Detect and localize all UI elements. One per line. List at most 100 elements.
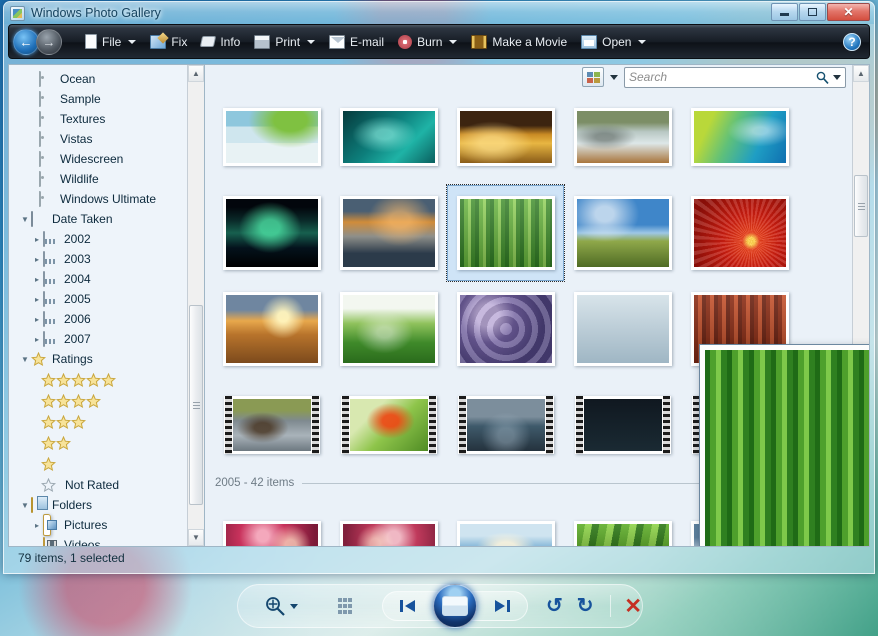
forward-button[interactable]: → — [36, 28, 62, 55]
thumbnail-cell[interactable] — [681, 89, 798, 185]
sidebar-item-year-2003[interactable]: ▸ 2003 — [9, 249, 187, 269]
thumbnail-cell[interactable] — [447, 491, 564, 546]
expander-icon[interactable]: ▸ — [31, 235, 43, 244]
expander-icon[interactable]: ▸ — [31, 335, 43, 344]
sunset-reeds[interactable] — [222, 292, 321, 366]
mountain-lake[interactable] — [339, 196, 438, 270]
thumbnail-cell[interactable] — [330, 281, 447, 377]
expander-icon[interactable]: ▼ — [19, 215, 31, 224]
sidebar-scrollbar[interactable]: ▲ ▼ — [187, 65, 204, 546]
sidebar-item-rating-5-stars[interactable] — [9, 369, 187, 390]
chevron-down-icon[interactable] — [610, 74, 618, 80]
thumbnail-cell[interactable] — [330, 377, 447, 473]
sidebar-item-year-2002[interactable]: ▸ 2002 — [9, 229, 187, 249]
hidden-video-4[interactable] — [574, 396, 671, 454]
sidebar-item-tag-widescreen[interactable]: Widescreen — [9, 149, 187, 169]
expander-icon[interactable]: ▸ — [31, 315, 43, 324]
thumbnail-cell[interactable] — [330, 185, 447, 281]
purple-stones[interactable] — [456, 292, 555, 366]
sidebar-item-date-taken[interactable]: ▼ Date Taken — [9, 209, 187, 229]
search-chevron-down-icon[interactable] — [833, 74, 841, 80]
toolbar-file[interactable]: File — [78, 28, 143, 55]
bear-in-river-video[interactable] — [223, 396, 320, 454]
dewy-grass[interactable] — [339, 292, 438, 366]
search-input[interactable]: Search — [629, 70, 812, 84]
sidebar-item-tag-sample[interactable]: Sample — [9, 89, 187, 109]
thumbnail-cell[interactable] — [564, 89, 681, 185]
expander-icon[interactable]: ▸ — [31, 295, 43, 304]
lake-video[interactable] — [457, 396, 554, 454]
view-options-button[interactable] — [582, 67, 604, 87]
field-and-sky[interactable] — [573, 196, 672, 270]
sidebar-item-rating-3-stars[interactable] — [9, 411, 187, 432]
gallery-scrollbar-thumb[interactable] — [854, 175, 868, 237]
sidebar-item-tag-wildlife[interactable]: Wildlife — [9, 169, 187, 189]
thumbnail-cell[interactable] — [447, 281, 564, 377]
sidebar-item-ratings[interactable]: ▼ Ratings — [9, 349, 187, 369]
rotate-counterclockwise-icon[interactable]: ↺ — [546, 596, 563, 616]
sidebar-item-tag-ocean[interactable]: Ocean — [9, 69, 187, 89]
sidebar-scrollbar-thumb[interactable] — [189, 305, 203, 505]
zoom-chevron-down-icon[interactable] — [290, 603, 298, 609]
blue-sky-thumb[interactable] — [456, 521, 555, 546]
red-gerbera[interactable] — [690, 196, 789, 270]
thumbnail-cell[interactable] — [564, 491, 681, 546]
sidebar-scroll-up-button[interactable]: ▲ — [188, 65, 204, 82]
sidebar-item-pictures[interactable]: ▸ Pictures — [9, 514, 187, 536]
pink-flowers-2[interactable] — [339, 521, 438, 546]
gallery-scroll-up-button[interactable]: ▲ — [853, 65, 869, 82]
delete-x-icon[interactable]: ✕ — [624, 596, 642, 617]
toolbar-print[interactable]: Print — [247, 28, 322, 55]
title-bar[interactable]: Windows Photo Gallery ✕ — [4, 2, 874, 24]
thumbnail-cell[interactable] — [447, 377, 564, 473]
stepping-stones[interactable] — [573, 108, 672, 166]
thumbnail-cell[interactable] — [213, 377, 330, 473]
sidebar-item-folders[interactable]: ▼ Folders — [9, 495, 187, 515]
close-button[interactable]: ✕ — [827, 3, 870, 21]
zoom-magnifier-icon[interactable] — [264, 595, 286, 617]
sidebar-item-year-2004[interactable]: ▸ 2004 — [9, 269, 187, 289]
sidebar-item-rating-4-stars[interactable] — [9, 390, 187, 411]
toolbar-info[interactable]: Info — [194, 28, 247, 55]
help-button[interactable]: ? — [843, 32, 861, 51]
sidebar-item-not-rated[interactable]: Not Rated — [9, 474, 187, 495]
thumbnail-cell[interactable] — [447, 89, 564, 185]
green-blue-swirl[interactable] — [690, 108, 789, 166]
thumbnail-cell[interactable] — [681, 185, 798, 281]
sidebar-scroll-down-button[interactable]: ▼ — [188, 529, 204, 546]
toolbar-open[interactable]: Open — [574, 28, 653, 55]
sidebar-item-tag-vistas[interactable]: Vistas — [9, 129, 187, 149]
bamboo-forest[interactable] — [456, 196, 555, 270]
sidebar-item-year-2005[interactable]: ▸ 2005 — [9, 289, 187, 309]
sidebar-item-rating-1-stars[interactable] — [9, 453, 187, 474]
thumbnail-cell[interactable] — [446, 184, 565, 282]
toolbar-make-a-movie[interactable]: Make a Movie — [464, 28, 574, 55]
toolbar-fix[interactable]: Fix — [143, 28, 194, 55]
sidebar-item-tag-textures[interactable]: Textures — [9, 109, 187, 129]
golden-river[interactable] — [456, 108, 555, 166]
thumbnail-cell[interactable] — [213, 281, 330, 377]
thumbnail-cell[interactable] — [213, 185, 330, 281]
thumbnail-cell[interactable] — [330, 89, 447, 185]
toolbar-burn[interactable]: Burn — [391, 28, 464, 55]
sidebar-item-year-2006[interactable]: ▸ 2006 — [9, 309, 187, 329]
thumbnail-cell[interactable] — [564, 377, 681, 473]
sidebar-item-rating-2-stars[interactable] — [9, 432, 187, 453]
rotate-clockwise-icon[interactable]: ↻ — [577, 596, 594, 616]
sidebar-item-videos[interactable]: Videos — [9, 535, 187, 546]
search-box[interactable]: Search — [624, 66, 846, 88]
aurora-borealis[interactable] — [222, 196, 321, 270]
thumbnail-cell[interactable] — [213, 89, 330, 185]
butterfly-video[interactable] — [340, 396, 437, 454]
thumbnail-cell[interactable] — [330, 491, 447, 546]
maximize-button[interactable] — [799, 3, 826, 21]
play-slideshow-button[interactable] — [432, 584, 477, 628]
expander-icon[interactable]: ▼ — [19, 501, 31, 510]
expander-icon[interactable]: ▸ — [31, 521, 43, 530]
expander-icon[interactable]: ▸ — [31, 275, 43, 284]
magnifier-icon[interactable] — [816, 71, 829, 84]
sidebar-item-year-2007[interactable]: ▸ 2007 — [9, 329, 187, 349]
hidden-thumb-4[interactable] — [573, 292, 672, 366]
next-icon[interactable] — [493, 598, 511, 614]
thumbnail-cell[interactable] — [213, 491, 330, 546]
